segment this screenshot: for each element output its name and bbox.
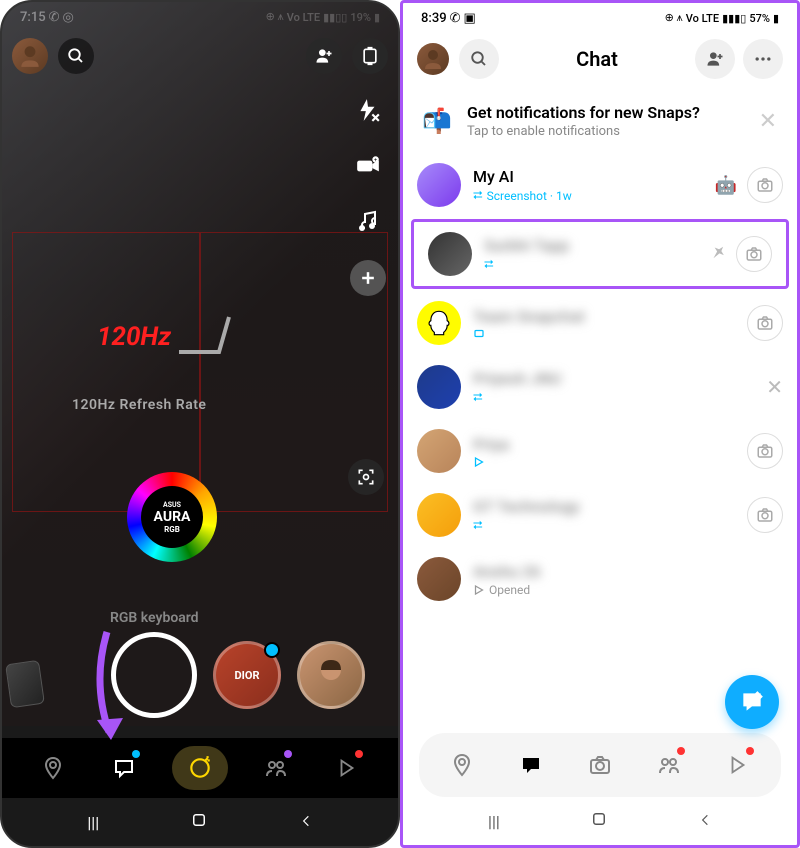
snap-button[interactable] [747, 433, 783, 469]
svg-text:+: + [374, 158, 377, 164]
viewfinder-text-hz: 120Hz [97, 322, 171, 352]
recents-button[interactable]: ||| [488, 812, 500, 831]
scan-button[interactable] [348, 459, 384, 495]
chat-item[interactable]: GT Technology ⮂ [403, 483, 797, 547]
chat-name: Priya [473, 435, 735, 454]
chat-item[interactable]: Priyesh JNU ⮂ ✕ [403, 355, 797, 419]
chat-status: ⮂ [473, 518, 735, 533]
system-nav-left: ||| [2, 798, 398, 846]
back-button[interactable] [698, 812, 712, 831]
status-bar-right: 8:39 ✆ ▣ ⊕ ⩚ Vo LTE ▮▮▮▯ 57% ▮ [403, 3, 797, 33]
nav-map[interactable] [440, 743, 484, 787]
chat-status: Opened [473, 583, 783, 597]
profile-avatar[interactable] [417, 43, 449, 75]
avatar [417, 429, 461, 473]
camera-screen: 7:15 ✆ ◎ ⊕ ⩚ Vo LTE ▮▮▯▯ 19% ▮ [0, 0, 400, 848]
whatsapp-icon: ✆ [450, 11, 461, 26]
video-button[interactable]: + [350, 148, 386, 184]
status-time: 8:39 [421, 11, 447, 26]
nav-stories[interactable] [254, 746, 298, 790]
chat-screen: 8:39 ✆ ▣ ⊕ ⩚ Vo LTE ▮▮▮▯ 57% ▮ Cha [400, 0, 800, 848]
avatar [417, 493, 461, 537]
robot-icon: 🤖 [715, 175, 737, 196]
lens-dior[interactable]: DIOR [213, 641, 281, 709]
chat-item[interactable]: Anshu 26 Opened [403, 547, 797, 611]
chat-status: ⮂ [484, 257, 696, 272]
mailbox-icon: 📬 [419, 103, 455, 139]
notif-title: Get notifications for new Snaps? [467, 103, 743, 122]
wifi-icon: ⊕ ⩚ [665, 11, 683, 25]
chat-status: ⮂ [473, 390, 754, 405]
avatar [417, 365, 461, 409]
chat-name: My AI [473, 167, 703, 186]
camera-viewfinder[interactable]: 7:15 ✆ ◎ ⊕ ⩚ Vo LTE ▮▮▯▯ 19% ▮ [2, 2, 398, 726]
avatar [417, 557, 461, 601]
nav-stories[interactable] [647, 743, 691, 787]
system-nav-right: ||| [403, 797, 797, 845]
chat-name: Surbhi Tapp [484, 236, 696, 255]
back-button[interactable] [299, 813, 313, 832]
notif-close-button[interactable]: ✕ [755, 105, 781, 138]
nav-spotlight[interactable] [716, 743, 760, 787]
search-button[interactable] [459, 39, 499, 79]
chat-item[interactable]: Priya [403, 419, 797, 483]
pin-icon [703, 240, 731, 268]
profile-avatar[interactable] [12, 38, 48, 74]
chat-name: Priyesh JNU [473, 369, 754, 388]
more-button[interactable] [743, 39, 783, 79]
nav-chat-active[interactable] [509, 743, 553, 787]
snap-button[interactable] [736, 236, 772, 272]
chat-name: Team Snapchat [473, 307, 735, 326]
nav-camera[interactable] [578, 743, 622, 787]
avatar [417, 301, 461, 345]
more-tools-button[interactable] [350, 260, 386, 296]
viewfinder-aura-badge: ASUS AURA RGB [127, 472, 217, 562]
notification-banner[interactable]: 📬 Get notifications for new Snaps? Tap t… [403, 89, 797, 153]
snap-button[interactable] [747, 305, 783, 341]
flash-button[interactable] [350, 92, 386, 128]
home-button[interactable] [190, 811, 208, 833]
snap-button[interactable] [747, 167, 783, 203]
recents-button[interactable]: ||| [87, 813, 99, 832]
add-friend-button[interactable] [695, 39, 735, 79]
annotation-arrow [67, 622, 137, 756]
carrier-label: Vo LTE [686, 12, 719, 25]
avatar [428, 232, 472, 276]
viewfinder-text-refresh: 120Hz Refresh Rate [72, 397, 206, 413]
flip-camera-button[interactable] [352, 38, 388, 74]
chat-status [473, 328, 735, 340]
dismiss-button[interactable]: ✕ [766, 375, 783, 399]
lens-face[interactable] [297, 641, 365, 709]
memories-button[interactable] [5, 660, 45, 708]
chat-header: Chat [403, 33, 797, 89]
bottom-nav-right [419, 733, 781, 797]
signal-icon: ▮▮▮▯ [722, 12, 746, 25]
gallery-icon: ▣ [464, 11, 476, 26]
chat-item-pinned[interactable]: Surbhi Tapp ⮂ [411, 219, 789, 289]
battery-icon: ▮ [773, 12, 779, 25]
add-friend-button[interactable] [306, 38, 342, 74]
music-button[interactable] [350, 204, 386, 240]
new-chat-button[interactable] [725, 675, 779, 729]
bottom-nav-left [2, 738, 398, 798]
snap-button[interactable] [747, 497, 783, 533]
chat-status [473, 456, 735, 468]
avatar [417, 163, 461, 207]
chat-name: Anshu 26 [473, 562, 783, 581]
chat-item-myai[interactable]: My AI ⮂ Screenshot · 1w 🤖 [403, 153, 797, 217]
page-title: Chat [576, 47, 618, 71]
nav-spotlight[interactable] [325, 746, 369, 790]
chat-status: ⮂ Screenshot · 1w [473, 188, 703, 203]
battery-label: 57% [749, 12, 770, 25]
chat-list: My AI ⮂ Screenshot · 1w 🤖 Surbhi Tapp ⮂ [403, 153, 797, 611]
notif-subtitle: Tap to enable notifications [467, 124, 743, 139]
chat-item[interactable]: Team Snapchat [403, 291, 797, 355]
search-button[interactable] [58, 38, 94, 74]
home-button[interactable] [590, 810, 608, 832]
nav-camera[interactable] [172, 746, 228, 790]
chat-name: GT Technology [473, 497, 735, 516]
